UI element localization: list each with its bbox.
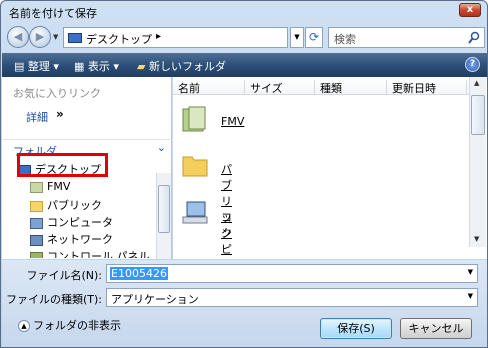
column-name[interactable]: 名前 [173,80,245,95]
computer-icon [30,217,43,229]
scroll-down-icon[interactable]: ▼ [474,235,479,243]
save-form: ファイル名(N): E1005426 ▼ ファイルの種類(T): アプリケーショ… [2,260,487,347]
views-button[interactable]: ▦ 表示 ▾ [74,58,119,74]
chevron-down-icon[interactable]: ▼ [468,268,473,276]
scroll-up-icon[interactable]: ▲ [474,79,479,87]
network-icon [30,234,43,246]
address-bar[interactable]: デスクトップ ▸ [63,27,288,48]
cancel-button[interactable]: キャンセル [400,318,472,339]
column-size[interactable]: サイズ [245,80,315,95]
command-toolbar: ▤ 整理 ▾ ▦ 表示 ▾ ▰ 新しいフォルダ ? [2,53,487,77]
tree-item-label: ネットワーク [47,233,113,246]
filename-value[interactable]: E1005426 [110,267,168,280]
folder-icon [182,156,208,177]
search-icon[interactable] [468,31,480,44]
tree-item-label: パブリック [47,199,102,212]
filetype-value[interactable]: アプリケーション [111,291,199,307]
details-link[interactable]: 詳細 [26,109,48,125]
address-path[interactable]: デスクトップ [86,31,152,47]
organize-button[interactable]: ▤ 整理 ▾ [14,58,59,74]
refresh-icon[interactable]: ⟳ [305,27,323,48]
organize-label: 整理 [27,60,50,73]
desktop-icon [68,33,82,43]
chevron-down-icon[interactable]: ⌄ [157,141,166,154]
search-input[interactable]: 検索 [328,27,485,48]
tree-item-label: コントロール パネル [47,250,150,258]
tree-item-computer[interactable]: コンピュータ [30,214,113,231]
views-label: 表示 [87,60,110,73]
scrollbar-thumb[interactable] [471,95,485,135]
tree-item-public[interactable]: パブリック [30,197,102,214]
save-as-dialog: 名前を付けて保存 x ◀ ▶ ▼ デスクトップ ▸ ▼ ⟳ 検索 ▤ 整理 ▾ … [0,0,488,348]
user-folder-icon [30,181,43,193]
address-chevron[interactable]: ▸ [156,31,161,42]
chevron-up-icon: ▲ [18,320,30,332]
window-title: 名前を付けて保存 [9,7,97,20]
control-panel-icon [30,251,43,258]
file-name[interactable]: FMV [221,115,244,128]
title-bar: 名前を付けて保存 x [1,1,487,23]
navigation-scrollbar[interactable] [156,173,171,259]
tree-item-fmv[interactable]: FMV [30,180,70,197]
computer-icon [182,201,208,224]
new-folder-icon: ▰ [137,60,146,73]
forward-button[interactable]: ▶ [29,26,51,48]
chevron-down-icon[interactable]: ▼ [468,292,473,300]
file-list-scrollbar[interactable]: ▲ ▼ [469,77,486,247]
user-folder-icon [182,106,206,132]
help-icon[interactable]: ? [465,57,480,72]
hide-folders-label: フォルダの非表示 [33,319,121,332]
address-dropdown-button[interactable]: ▼ [290,27,304,48]
filename-field[interactable]: E1005426 ▼ [106,264,478,283]
column-header-row: 名前 サイズ 種類 更新日時 [173,77,469,95]
new-folder-label: 新しいフォルダ [148,60,226,73]
back-button[interactable]: ◀ [7,26,29,48]
close-button[interactable]: x [459,3,481,17]
search-placeholder: 検索 [334,33,356,46]
hide-folders-toggle[interactable]: ▲ フォルダの非表示 [18,317,121,333]
tree-item-control-panel[interactable]: コントロール パネル [30,248,150,258]
column-type[interactable]: 種類 [315,80,387,95]
column-modified[interactable]: 更新日時 [387,80,467,95]
file-list-pane: 名前 サイズ 種類 更新日時 FMV パブリック コンピュータ ▲ ▼ [173,77,487,304]
views-icon: ▦ [74,60,85,73]
filename-label: ファイル名(N): [26,269,102,282]
highlight-box [17,153,108,177]
new-folder-button[interactable]: ▰ 新しいフォルダ [137,58,226,74]
details-expand-icon[interactable]: » [56,107,64,121]
favorite-links-label: お気に入りリンク [13,87,101,100]
scrollbar-thumb[interactable] [158,185,170,233]
organize-icon: ▤ [14,60,25,73]
filetype-select[interactable]: アプリケーション ▼ [106,288,478,307]
tree-item-label: FMV [47,180,71,193]
address-row: ◀ ▶ ▼ デスクトップ ▸ ▼ ⟳ 検索 [5,25,485,51]
navigation-pane: お気に入りリンク 詳細 » フォルダ ⌄ デスクトップ FMV パブリック コン… [2,77,172,259]
tree-item-network[interactable]: ネットワーク [30,231,113,248]
save-button[interactable]: 保存(S) [320,318,392,339]
recent-pages-dropdown[interactable]: ▼ [53,33,61,41]
filetype-label: ファイルの種類(T): [5,293,102,306]
folder-icon [30,200,43,212]
tree-item-label: コンピュータ [47,216,113,229]
